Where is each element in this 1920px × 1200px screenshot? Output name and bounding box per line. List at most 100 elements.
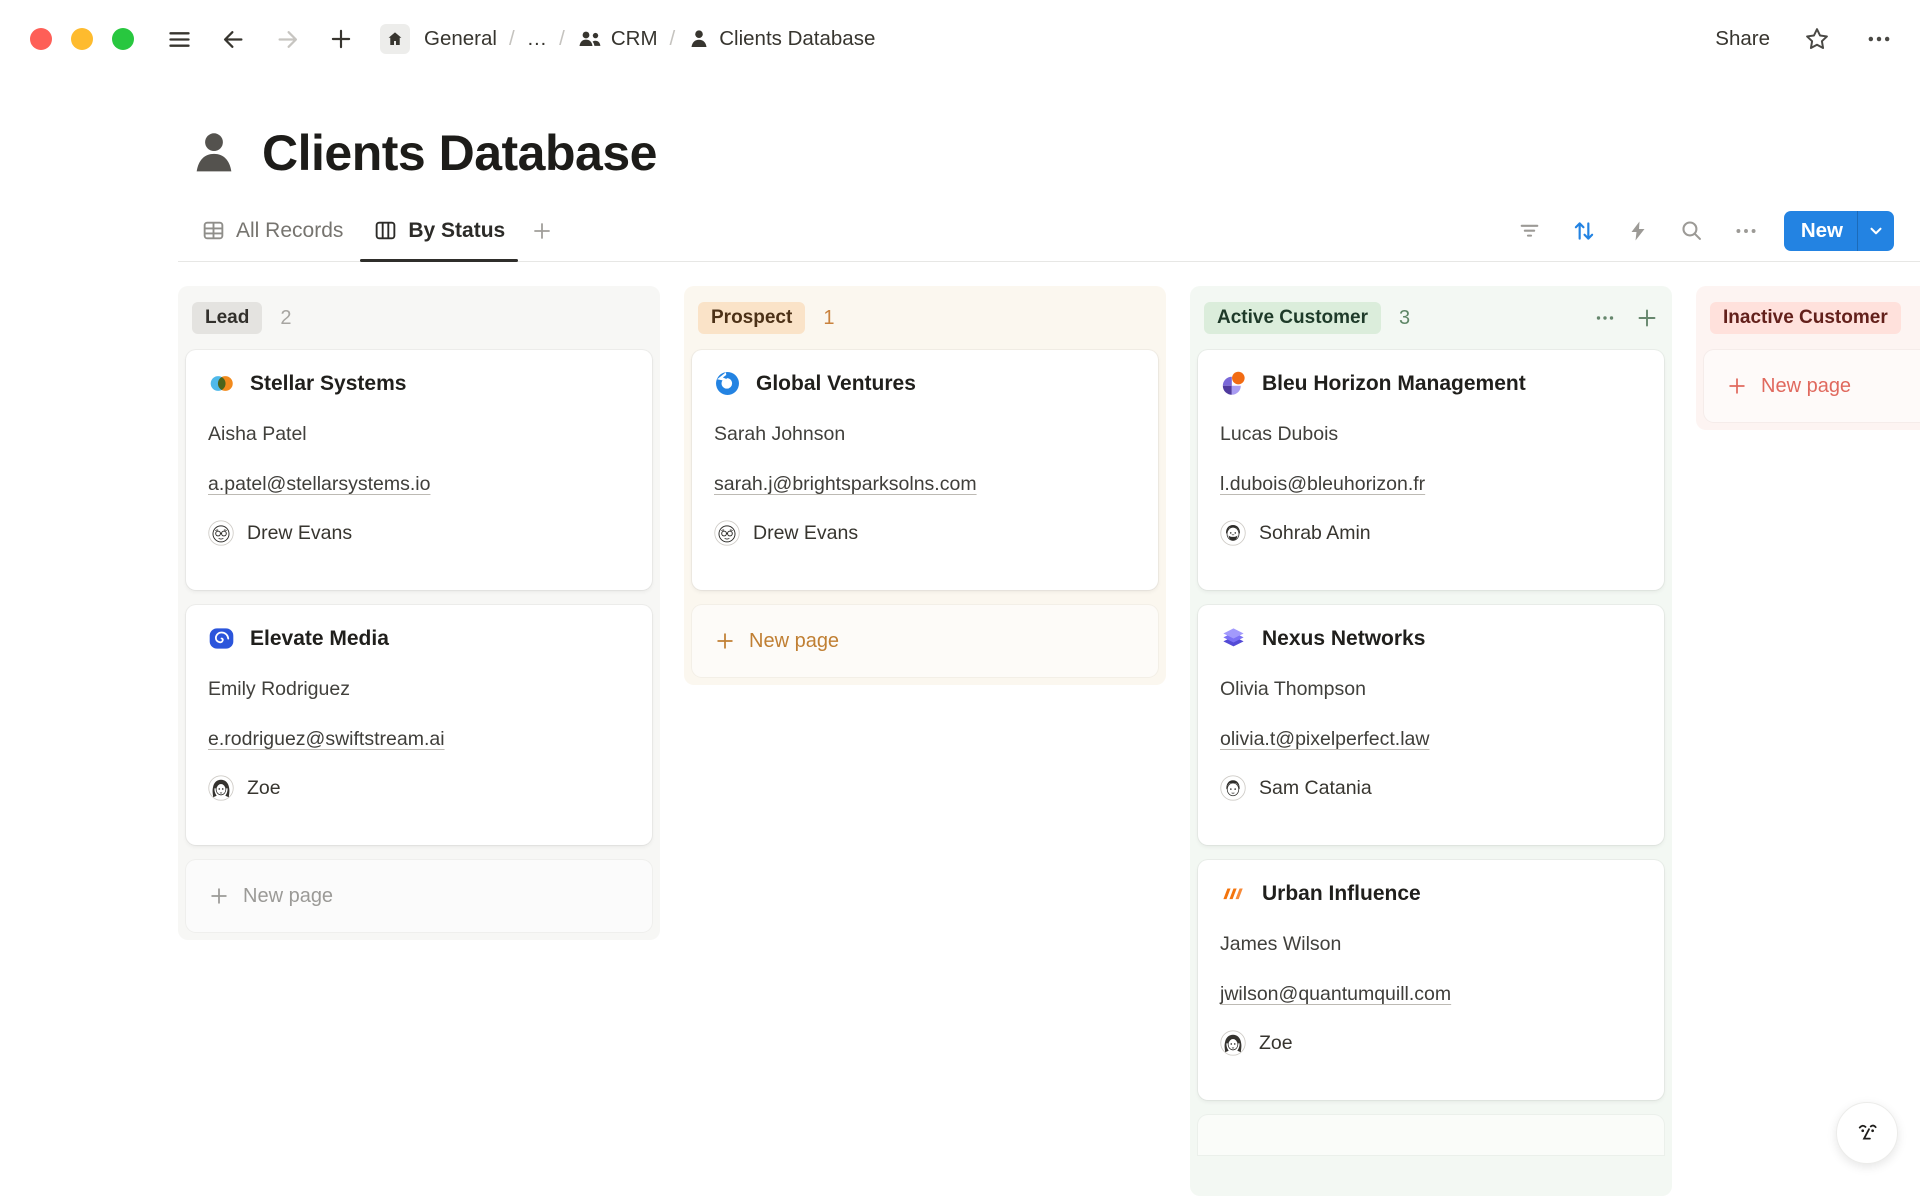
breadcrumb-separator: /: [559, 27, 565, 51]
contact-email[interactable]: olivia.t@pixelperfect.law: [1220, 728, 1642, 751]
partial-next-card[interactable]: [1198, 1115, 1664, 1155]
avatar-man-short-hair: [1220, 775, 1246, 801]
new-tab-icon[interactable]: [326, 24, 356, 54]
new-page-button-inactive[interactable]: New page: [1704, 350, 1920, 422]
column-options-icon[interactable]: [1592, 305, 1618, 331]
plus-icon: [1726, 375, 1748, 397]
card-elevate-media[interactable]: Elevate Media Emily Rodriguez e.rodrigue…: [186, 605, 652, 845]
owner-name: Drew Evans: [247, 522, 352, 545]
search-icon[interactable]: [1679, 218, 1704, 243]
blue-spiral-logo-icon: [208, 625, 235, 652]
plus-icon: [714, 630, 736, 652]
page-title: Clients Database: [262, 124, 657, 182]
avatar-woman-long-hair: [1220, 1030, 1246, 1056]
add-card-icon[interactable]: [1634, 305, 1660, 331]
zoom-window-button[interactable]: [112, 28, 134, 50]
person-icon: [687, 27, 711, 51]
contact-email[interactable]: jwilson@quantumquill.com: [1220, 983, 1642, 1006]
column-prospect: Prospect 1 Global Ventures Sarah Johnson…: [684, 286, 1166, 685]
new-page-button-prospect[interactable]: New page: [692, 605, 1158, 677]
blue-ring-logo-icon: [714, 370, 741, 397]
column-count: 1: [823, 307, 834, 330]
avatar-woman-long-hair: [208, 775, 234, 801]
board-view-icon: [373, 218, 398, 243]
status-badge-lead: Lead: [192, 302, 262, 334]
contact-name: James Wilson: [1220, 933, 1642, 956]
column-count: 2: [280, 307, 291, 330]
owner-name: Zoe: [247, 777, 281, 800]
contact-email[interactable]: l.dubois@bleuhorizon.fr: [1220, 473, 1642, 496]
add-view-icon[interactable]: [520, 200, 564, 261]
breadcrumb-item-general[interactable]: General: [420, 24, 501, 54]
lightning-icon[interactable]: [1626, 219, 1650, 243]
new-record-label: New: [1784, 211, 1857, 251]
company-name: Urban Influence: [1262, 882, 1421, 906]
pie-quarters-logo-icon: [1220, 370, 1247, 397]
breadcrumb-item-ellipsis[interactable]: …: [523, 24, 552, 54]
new-record-button[interactable]: New: [1784, 211, 1894, 251]
view-more-icon[interactable]: [1733, 218, 1759, 244]
close-window-button[interactable]: [30, 28, 52, 50]
contact-name: Lucas Dubois: [1220, 423, 1642, 446]
card-bleu-horizon-management[interactable]: Bleu Horizon Management Lucas Dubois l.d…: [1198, 350, 1664, 590]
purple-stack-logo-icon: [1220, 625, 1247, 652]
avatar-man-glasses: [714, 520, 740, 546]
more-options-icon[interactable]: [1864, 24, 1894, 54]
contact-name: Emily Rodriguez: [208, 678, 630, 701]
tab-by-status[interactable]: By Status: [358, 200, 520, 261]
window-controls: [30, 28, 134, 50]
column-active-customer: Active Customer 3 Bleu Horizon Managemen…: [1190, 286, 1672, 1196]
page-icon-person[interactable]: [188, 127, 240, 179]
table-view-icon: [201, 218, 226, 243]
contact-name: Sarah Johnson: [714, 423, 1136, 446]
avatar-man-beard: [1220, 520, 1246, 546]
avatar-man-glasses: [208, 520, 234, 546]
view-tabs-bar: All Records By Status New: [178, 200, 1920, 262]
owner-name: Zoe: [1259, 1032, 1293, 1055]
favorite-star-icon[interactable]: [1802, 24, 1832, 54]
contact-email[interactable]: e.rodriguez@swiftstream.ai: [208, 728, 630, 751]
card-nexus-networks[interactable]: Nexus Networks Olivia Thompson olivia.t@…: [1198, 605, 1664, 845]
share-button[interactable]: Share: [1715, 27, 1770, 51]
owner-name: Sohrab Amin: [1259, 522, 1371, 545]
kanban-board: Lead 2 Stellar Systems Aisha Patel a.pat…: [178, 286, 1920, 1196]
company-name: Bleu Horizon Management: [1262, 372, 1526, 396]
notion-ai-face-button[interactable]: [1836, 1102, 1898, 1164]
company-name: Nexus Networks: [1262, 627, 1425, 651]
sidebar-menu-icon[interactable]: [164, 24, 194, 54]
status-badge-prospect: Prospect: [698, 302, 805, 334]
orange-stripes-logo-icon: [1220, 880, 1247, 907]
back-icon[interactable]: [218, 24, 248, 54]
breadcrumb-separator: /: [509, 27, 515, 51]
company-name: Elevate Media: [250, 627, 389, 651]
card-global-ventures[interactable]: Global Ventures Sarah Johnson sarah.j@br…: [692, 350, 1158, 590]
card-stellar-systems[interactable]: Stellar Systems Aisha Patel a.patel@stel…: [186, 350, 652, 590]
status-badge-inactive-customer: Inactive Customer: [1710, 302, 1901, 334]
window-topbar: General / … / CRM / Clients Database Sha…: [0, 0, 1920, 78]
new-page-button-lead[interactable]: New page: [186, 860, 652, 932]
forward-icon[interactable]: [272, 24, 302, 54]
plus-icon: [208, 885, 230, 907]
contact-email[interactable]: a.patel@stellarsystems.io: [208, 473, 630, 496]
sort-icon[interactable]: [1571, 218, 1597, 244]
overlapping-circles-logo-icon: [208, 370, 235, 397]
contact-email[interactable]: sarah.j@brightsparksolns.com: [714, 473, 1136, 496]
tab-all-records[interactable]: All Records: [186, 200, 358, 261]
breadcrumb: General / … / CRM / Clients Database: [420, 24, 879, 54]
minimize-window-button[interactable]: [71, 28, 93, 50]
owner-name: Sam Catania: [1259, 777, 1372, 800]
breadcrumb-item-clients-database[interactable]: Clients Database: [683, 24, 879, 54]
column-lead: Lead 2 Stellar Systems Aisha Patel a.pat…: [178, 286, 660, 940]
breadcrumb-separator: /: [670, 27, 676, 51]
card-urban-influence[interactable]: Urban Influence James Wilson jwilson@qua…: [1198, 860, 1664, 1100]
company-name: Stellar Systems: [250, 372, 406, 396]
breadcrumb-item-crm[interactable]: CRM: [573, 24, 662, 54]
company-name: Global Ventures: [756, 372, 916, 396]
chevron-down-icon[interactable]: [1858, 211, 1894, 251]
home-icon[interactable]: [380, 24, 410, 54]
filter-icon[interactable]: [1517, 218, 1542, 243]
contact-name: Olivia Thompson: [1220, 678, 1642, 701]
status-badge-active-customer: Active Customer: [1204, 302, 1381, 334]
contact-name: Aisha Patel: [208, 423, 630, 446]
owner-name: Drew Evans: [753, 522, 858, 545]
